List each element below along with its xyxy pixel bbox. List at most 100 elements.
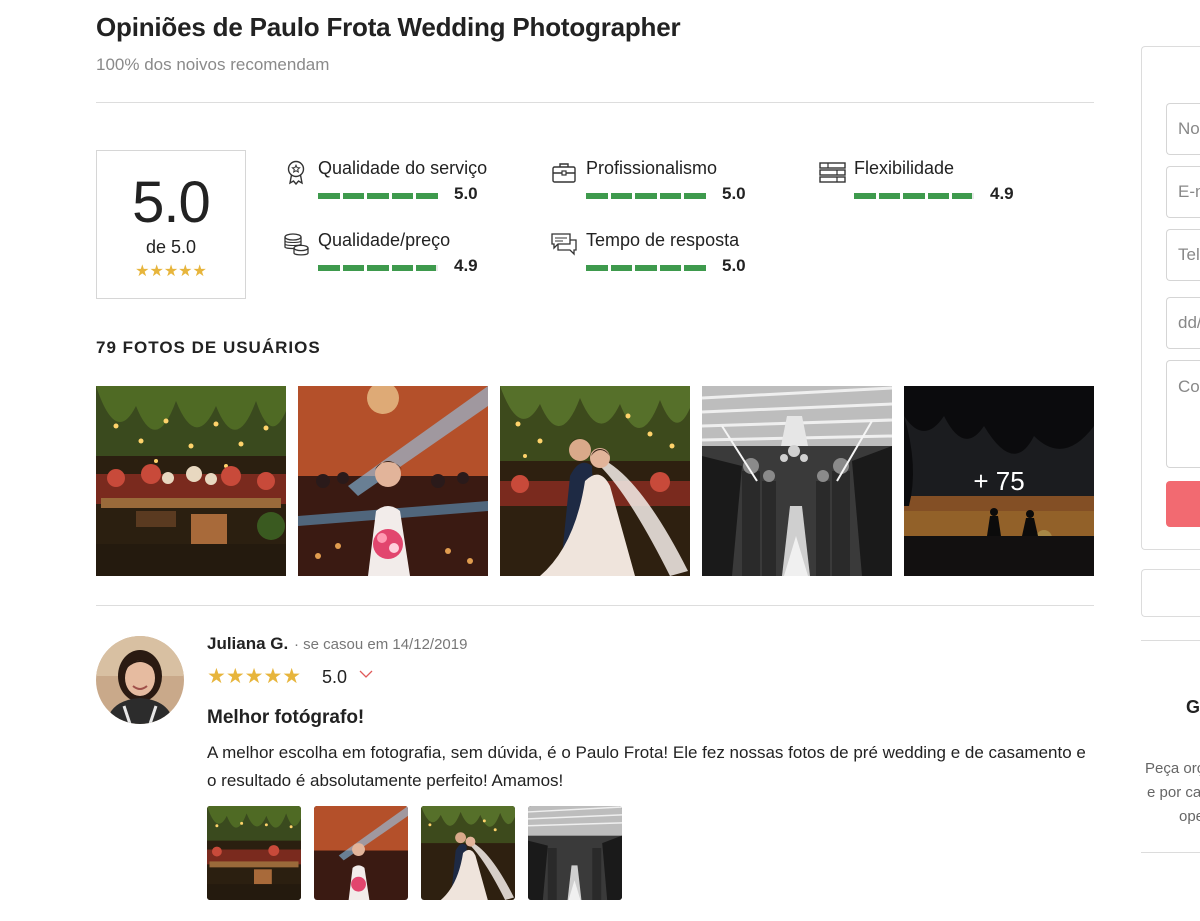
sidebar-heading: G <box>1186 697 1200 717</box>
comment-field[interactable]: Co <box>1166 360 1200 468</box>
overall-stars: ★★★★★ <box>135 263 207 280</box>
metric-label: Flexibilidade <box>854 158 955 178</box>
contact-form-panel: No E-m Tel dd/ Co <box>1141 46 1200 550</box>
rating-bar-fill <box>635 265 657 271</box>
metric-bar <box>586 193 706 199</box>
rating-bar-segment <box>854 193 876 199</box>
rating-bar-segment <box>927 193 950 199</box>
gallery-photo[interactable] <box>298 386 488 576</box>
metric-label: Qualidade do serviço <box>318 158 488 178</box>
gallery-photo[interactable] <box>500 386 690 576</box>
rating-bar-fill <box>952 193 972 199</box>
gallery-photo[interactable] <box>702 386 892 576</box>
rating-bar-fill <box>854 193 876 199</box>
review-photo[interactable] <box>421 806 515 900</box>
rating-bar-segment <box>416 193 438 199</box>
rating-bar-segment <box>367 265 389 271</box>
metric-value: 4.9 <box>990 184 1014 203</box>
rating-bar-fill <box>684 265 706 271</box>
metric-value: 5.0 <box>722 184 746 203</box>
rating-bar-fill <box>318 265 340 271</box>
name-field[interactable]: No <box>1166 103 1200 155</box>
rating-bar-fill <box>391 193 414 199</box>
rating-bar-segment <box>659 193 682 199</box>
rating-bar-fill <box>684 193 706 199</box>
sidebar-text: e por ca <box>1147 784 1200 801</box>
metric-value: 5.0 <box>454 184 478 203</box>
recommend-subtitle: 100% dos noivos recomendam <box>96 55 330 74</box>
metric-bar <box>318 193 438 199</box>
rating-bar-fill <box>610 265 633 271</box>
metric-bar <box>854 193 974 199</box>
award-ribbon-icon <box>287 160 305 186</box>
metric-value-for-money: Qualidade/preço 4.9 <box>282 230 522 290</box>
review-photo[interactable] <box>528 806 622 900</box>
overall-score-box: 5.0 de 5.0 ★★★★★ <box>96 150 246 299</box>
rating-bar-segment <box>952 193 974 199</box>
review-body: A melhor escolha em fotografia, sem dúvi… <box>207 743 1086 790</box>
metric-flexibility: Flexibilidade 4.9 <box>818 158 1058 218</box>
rating-bar-segment <box>684 265 706 271</box>
date-field[interactable]: dd/ <box>1166 297 1200 349</box>
rating-bar-segment <box>318 193 340 199</box>
rating-bar-fill <box>659 265 682 271</box>
rating-bar-fill <box>342 193 365 199</box>
reviewer-avatar <box>96 636 184 724</box>
email-field[interactable]: E-m <box>1166 166 1200 218</box>
rating-bar-segment <box>635 265 657 271</box>
chevron-down-icon[interactable] <box>358 666 374 682</box>
rating-bar-fill <box>610 193 633 199</box>
metric-value: 4.9 <box>454 256 478 275</box>
more-photos-count[interactable]: + 75 <box>904 386 1094 576</box>
metric-value: 5.0 <box>722 256 746 275</box>
send-button[interactable] <box>1166 481 1200 527</box>
coins-icon <box>284 233 309 256</box>
user-photos-heading: 79 FOTOS DE USUÁRIOS <box>96 338 321 357</box>
rating-bar-segment <box>416 265 438 271</box>
review-title: Melhor fotógrafo! <box>207 707 365 728</box>
metric-bar <box>586 265 706 271</box>
briefcase-icon <box>552 163 576 183</box>
rating-bar-fill <box>635 193 657 199</box>
metric-label: Tempo de resposta <box>586 230 740 250</box>
rating-bar-segment <box>318 265 340 271</box>
rating-bar-segment <box>586 265 608 271</box>
rating-bar-segment <box>610 193 633 199</box>
metric-label: Qualidade/preço <box>318 230 451 250</box>
rating-bar-fill <box>342 265 365 271</box>
review-photo[interactable] <box>314 806 408 900</box>
reviewer-name[interactable]: Juliana G. <box>207 634 288 654</box>
page-title: Opiniões de Paulo Frota Wedding Photogra… <box>96 12 681 42</box>
chat-bubbles-icon <box>551 233 577 256</box>
rating-bar-segment <box>635 193 657 199</box>
divider <box>1141 852 1200 853</box>
divider <box>1141 640 1200 641</box>
rating-bar-fill <box>586 193 608 199</box>
gallery-photo[interactable] <box>96 386 286 576</box>
rating-bar-segment <box>342 193 365 199</box>
metric-service-quality: Qualidade do serviço 5.0 <box>282 158 522 218</box>
metric-professionalism: Profissionalismo 5.0 <box>550 158 790 218</box>
rating-bar-fill <box>878 193 901 199</box>
rating-bar-fill <box>927 193 950 199</box>
wedding-date: · se casou em 14/12/2019 <box>294 636 468 653</box>
rating-bar-segment <box>610 265 633 271</box>
rating-bar-fill <box>318 193 340 199</box>
rating-bar-fill <box>367 265 389 271</box>
sidebar-text: ope <box>1179 808 1200 825</box>
secondary-button[interactable] <box>1141 569 1200 617</box>
gallery-photo-more[interactable]: + 75 <box>904 386 1094 576</box>
rating-bar-segment <box>684 193 706 199</box>
rating-bar-fill <box>367 193 389 199</box>
phone-field[interactable]: Tel <box>1166 229 1200 281</box>
rating-bar-segment <box>878 193 901 199</box>
divider <box>96 102 1094 103</box>
rating-bar-fill <box>586 265 608 271</box>
photo-gallery: + 75 <box>96 386 1094 576</box>
overall-score-max: de 5.0 <box>145 237 197 257</box>
overall-score: 5.0 <box>132 170 211 235</box>
rating-bar-fill <box>903 193 925 199</box>
rating-bar-segment <box>586 193 608 199</box>
review-photo[interactable] <box>207 806 301 900</box>
divider <box>96 605 1094 606</box>
